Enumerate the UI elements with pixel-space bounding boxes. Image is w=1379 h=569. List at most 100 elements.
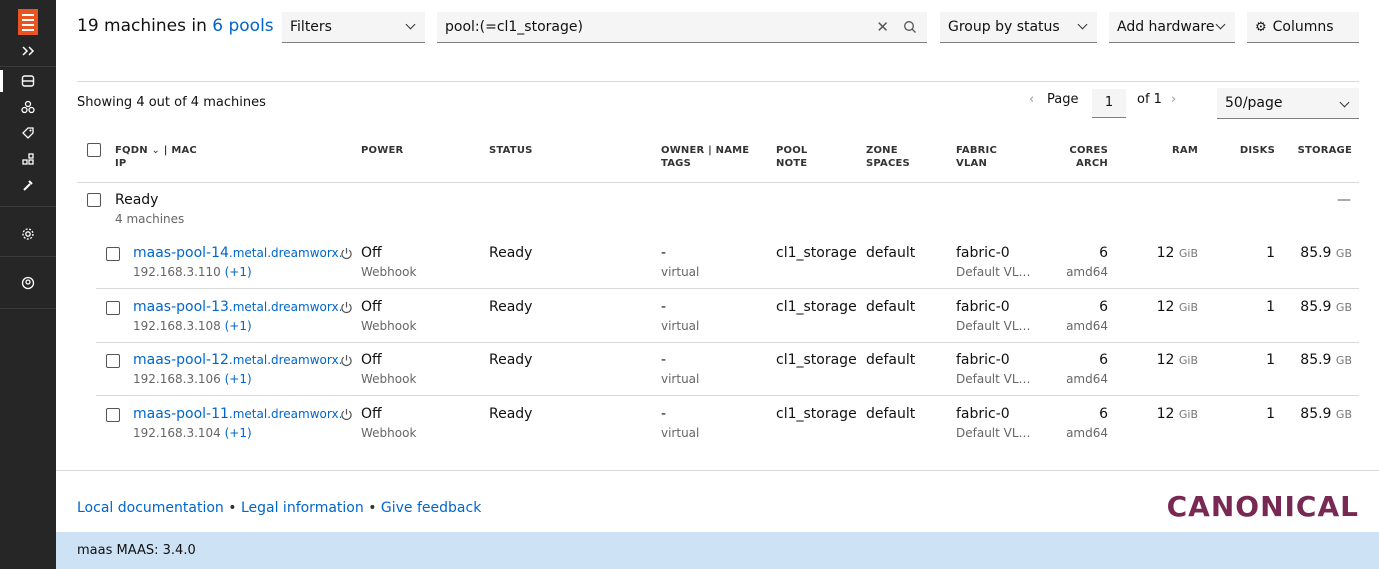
group-by-dropdown[interactable]: Group by status: [940, 12, 1097, 43]
filters-dropdown[interactable]: Filters: [282, 12, 425, 43]
header-divider: [77, 182, 1359, 183]
local-documentation-link[interactable]: Local documentation: [77, 500, 224, 516]
machine-fqdn-link[interactable]: maas-pool-14.metal.dreamworx.: [133, 244, 342, 262]
footer-separator: •: [368, 500, 377, 516]
previous-page-icon[interactable]: ‹: [1029, 92, 1034, 107]
pools-link[interactable]: 6 pools: [212, 16, 273, 36]
status-bar: maas MAAS: 3.4.0: [56, 532, 1379, 569]
search-input[interactable]: pool:(=cl1_storage) ✕: [437, 12, 927, 43]
machine-zone[interactable]: default: [866, 244, 915, 262]
domain[interactable]: .metal.dreamworx.: [229, 353, 343, 367]
give-feedback-link[interactable]: Give feedback: [381, 500, 481, 516]
domain[interactable]: .metal.dreamworx.: [229, 407, 343, 421]
column-header-power[interactable]: POWER: [361, 144, 403, 157]
machine-vlan: Default VL…: [956, 265, 1031, 279]
machine-storage: 85.9 GB: [1300, 352, 1352, 368]
machine-tags: virtual: [661, 372, 700, 386]
machine-storage: 85.9 GB: [1300, 245, 1352, 261]
power-state[interactable]: Off: [361, 244, 382, 262]
power-state[interactable]: Off: [361, 405, 382, 423]
hostname[interactable]: maas-pool-11: [133, 406, 229, 422]
expand-sidebar-icon[interactable]: [0, 38, 56, 64]
machine-pool[interactable]: cl1_storage: [776, 351, 857, 369]
more-ips-link[interactable]: (+1): [225, 265, 252, 279]
machine-arch: amd64: [1066, 265, 1108, 279]
version-text: 3.4.0: [162, 543, 196, 558]
machines-nav-icon[interactable]: [0, 68, 56, 94]
columns-button[interactable]: ⚙ Columns: [1247, 12, 1359, 43]
page-number-input[interactable]: 1: [1092, 89, 1126, 118]
more-ips-link[interactable]: (+1): [225, 426, 252, 440]
user-account-icon[interactable]: [0, 270, 56, 296]
machine-ram: 12 GiB: [1156, 352, 1198, 368]
machine-arch: amd64: [1066, 319, 1108, 333]
machine-vlan: Default VL…: [956, 372, 1031, 386]
machine-checkbox[interactable]: [106, 247, 120, 261]
domain[interactable]: .metal.dreamworx.: [229, 300, 343, 314]
chevron-down-icon: [1339, 97, 1351, 109]
machine-disks: 1: [1266, 299, 1275, 315]
machine-fabric: fabric-0: [956, 352, 1010, 368]
machine-pool[interactable]: cl1_storage: [776, 298, 857, 316]
column-header-disks[interactable]: DISKS: [1215, 144, 1275, 157]
power-off-icon: [341, 248, 352, 260]
machine-pool[interactable]: cl1_storage: [776, 244, 857, 262]
machine-ram: 12 GiB: [1156, 406, 1198, 422]
machine-fabric: fabric-0: [956, 299, 1010, 315]
domain[interactable]: .metal.dreamworx.: [229, 246, 343, 260]
machine-zone[interactable]: default: [866, 298, 915, 316]
machine-zone[interactable]: default: [866, 405, 915, 423]
more-ips-link[interactable]: (+1): [225, 372, 252, 386]
clear-search-icon[interactable]: ✕: [876, 18, 889, 38]
hostname[interactable]: maas-pool-13: [133, 299, 229, 315]
column-header-cores[interactable]: CORES ARCH: [1040, 144, 1108, 170]
group-name: Ready: [115, 192, 159, 208]
group-checkbox[interactable]: [87, 193, 101, 207]
machine-ram: 12 GiB: [1156, 245, 1198, 261]
power-off-icon: [341, 409, 352, 421]
column-header-status[interactable]: STATUS: [489, 144, 533, 157]
machine-checkbox[interactable]: [106, 408, 120, 422]
machine-arch: amd64: [1066, 426, 1108, 440]
zones-nav-icon[interactable]: [0, 146, 56, 172]
tags-nav-icon[interactable]: [0, 120, 56, 146]
kvm-nav-icon[interactable]: [0, 172, 56, 198]
machine-fqdn-link[interactable]: maas-pool-13.metal.dreamworx.: [133, 298, 342, 316]
collapse-group-button[interactable]: —: [1337, 191, 1351, 209]
machine-pool[interactable]: cl1_storage: [776, 405, 857, 423]
column-header-ram[interactable]: RAM: [1140, 144, 1198, 157]
hostname[interactable]: maas-pool-12: [133, 352, 229, 368]
pools-nav-icon[interactable]: [0, 94, 56, 120]
chevron-down-icon: [405, 19, 417, 31]
add-hardware-dropdown[interactable]: Add hardware: [1109, 12, 1235, 43]
power-state[interactable]: Off: [361, 298, 382, 316]
machine-fqdn-link[interactable]: maas-pool-12.metal.dreamworx.: [133, 351, 342, 369]
power-state[interactable]: Off: [361, 351, 382, 369]
column-header-pool[interactable]: POOL NOTE: [776, 144, 808, 170]
row-divider: [96, 288, 1359, 289]
next-page-icon[interactable]: ›: [1171, 92, 1176, 107]
settings-nav-icon[interactable]: [0, 221, 56, 247]
column-header-fabric[interactable]: FABRIC VLAN: [956, 144, 997, 170]
machine-fqdn-link[interactable]: maas-pool-11.metal.dreamworx.: [133, 405, 342, 423]
hostname[interactable]: maas-pool-14: [133, 245, 229, 261]
column-header-owner[interactable]: OWNER | NAME TAGS: [661, 144, 749, 170]
column-header-fqdn[interactable]: FQDN ⌄ | MAC IP: [115, 144, 197, 170]
column-header-zone[interactable]: ZONE SPACES: [866, 144, 910, 170]
machine-zone[interactable]: default: [866, 351, 915, 369]
power-off-icon: [341, 355, 352, 367]
more-ips-link[interactable]: (+1): [225, 319, 252, 333]
machine-owner: -: [661, 352, 667, 368]
machine-checkbox[interactable]: [106, 301, 120, 315]
per-page-select[interactable]: 50/page: [1217, 88, 1359, 119]
search-icon[interactable]: [903, 18, 917, 38]
maas-logo-icon[interactable]: [18, 9, 38, 35]
showing-count: Showing 4 out of 4 machines: [77, 95, 266, 110]
gear-icon: ⚙: [1255, 19, 1267, 35]
per-page-value: 50/page: [1225, 95, 1283, 111]
legal-information-link[interactable]: Legal information: [241, 500, 364, 516]
select-all-checkbox[interactable]: [87, 143, 101, 157]
machine-checkbox[interactable]: [106, 354, 120, 368]
column-header-storage[interactable]: STORAGE: [1280, 144, 1352, 157]
machine-ram: 12 GiB: [1156, 299, 1198, 315]
